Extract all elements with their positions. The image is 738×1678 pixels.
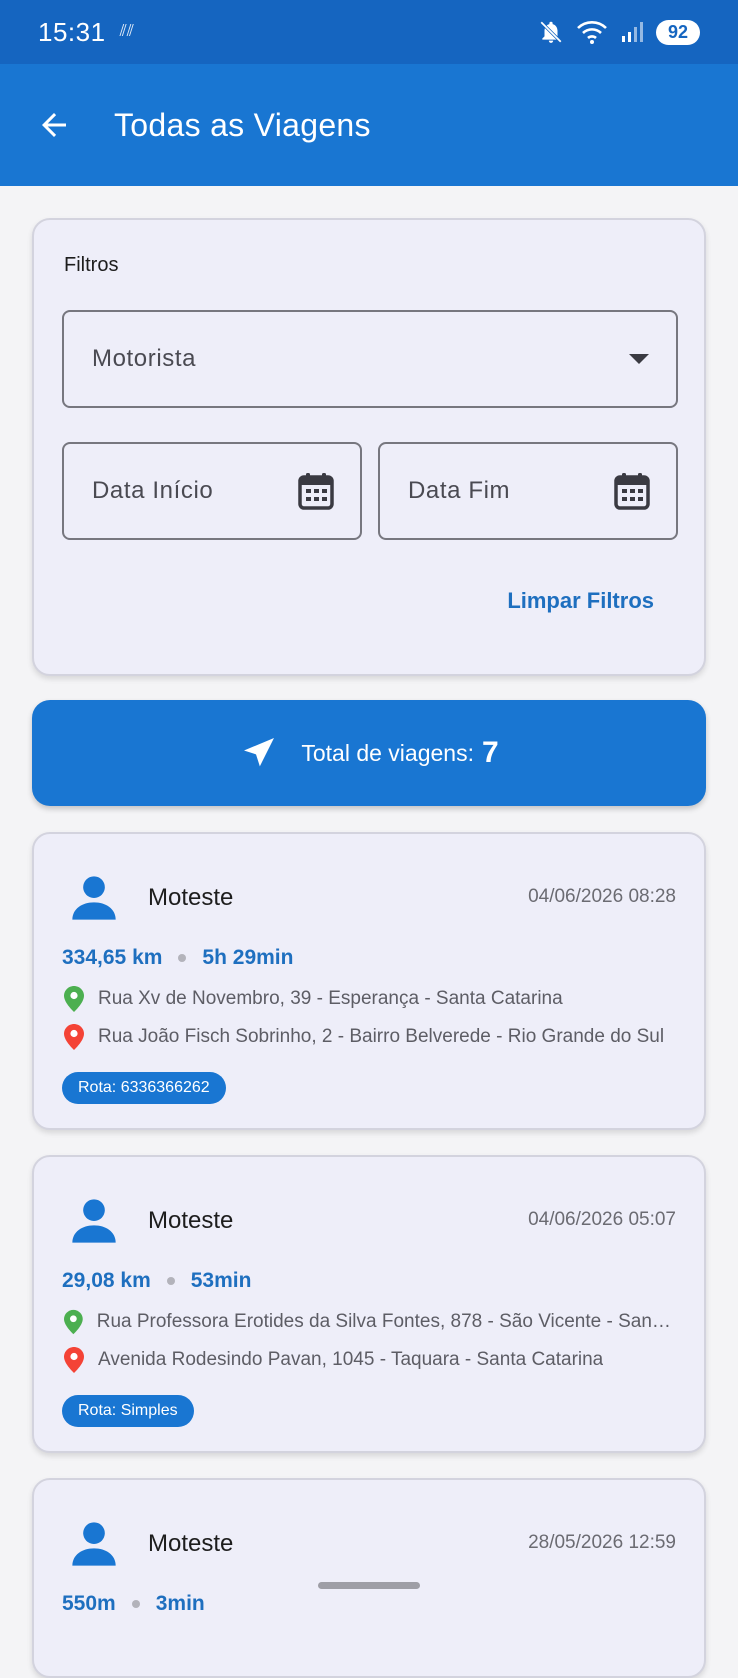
total-trips-label: Total de viagens:	[301, 739, 474, 766]
trip-distance: 334,65 km	[62, 946, 163, 969]
home-indicator[interactable]	[318, 1582, 420, 1589]
trip-driver: Moteste	[148, 1530, 234, 1557]
trip-distance: 29,08 km	[62, 1269, 151, 1292]
status-icons: 92	[538, 19, 700, 45]
trip-datetime: 28/05/2026 12:59	[528, 1532, 676, 1553]
trip-datetime: 04/06/2026 05:07	[528, 1209, 676, 1230]
trip-card[interactable]: Moteste 04/06/2026 08:28 334,65 km 5h 29…	[32, 832, 706, 1130]
origin-address: Rua Professora Erotides da Silva Fontes,…	[96, 1311, 674, 1332]
trip-metrics: 334,65 km 5h 29min	[62, 946, 293, 970]
trip-origin: Rua Xv de Novembro, 39 - Esperança - San…	[64, 986, 674, 1012]
end-date-label: Data Fim	[408, 477, 511, 504]
filters-title: Filtros	[64, 254, 119, 276]
route-badge: Rota: 6336366262	[62, 1072, 226, 1104]
trip-duration: 5h 29min	[202, 946, 294, 969]
route-badge: Rota: Simples	[62, 1395, 194, 1427]
trip-card[interactable]: Moteste 28/05/2026 12:59 550m 3min	[32, 1478, 706, 1678]
destination-address: Avenida Rodesindo Pavan, 1045 - Taquara …	[98, 1349, 604, 1370]
arrow-left-icon	[42, 113, 66, 137]
total-trips-value: 7	[481, 736, 499, 769]
page-title: Todas as Viagens	[114, 106, 371, 143]
trip-destination: Avenida Rodesindo Pavan, 1045 - Taquara …	[64, 1347, 674, 1373]
mute-icon	[540, 21, 562, 43]
wifi-icon	[577, 21, 607, 44]
destination-pin-icon	[64, 1347, 84, 1373]
battery-indicator: 92	[655, 19, 700, 45]
status-time: 15:31	[38, 16, 106, 47]
trip-origin: Rua Professora Erotides da Silva Fontes,…	[64, 1309, 674, 1335]
driver-select[interactable]: Motorista	[62, 310, 678, 408]
total-trips-banner: Total de viagens: 7	[32, 700, 706, 806]
trip-metrics: 550m 3min	[62, 1592, 205, 1616]
person-icon	[72, 1522, 116, 1566]
separator-dot	[166, 1277, 175, 1285]
trip-distance: 550m	[62, 1592, 116, 1615]
origin-address: Rua Xv de Novembro, 39 - Esperança - San…	[98, 988, 563, 1009]
end-date-field[interactable]: Data Fim	[378, 442, 678, 540]
start-date-label: Data Início	[92, 477, 214, 504]
app-bar: Todas as Viagens	[0, 64, 738, 186]
driver-select-label: Motorista	[92, 345, 197, 372]
dropdown-arrow-icon	[628, 352, 650, 366]
destination-pin-icon	[64, 1024, 84, 1050]
trip-datetime: 04/06/2026 08:28	[528, 886, 676, 907]
trip-card[interactable]: Moteste 04/06/2026 05:07 29,08 km 53min …	[32, 1155, 706, 1453]
trip-destination: Rua João Fisch Sobrinho, 2 - Bairro Belv…	[64, 1024, 674, 1050]
destination-address: Rua João Fisch Sobrinho, 2 - Bairro Belv…	[98, 1026, 665, 1047]
status-bar: 15:31 ⫽⫽ 92	[0, 0, 738, 64]
trip-driver: Moteste	[148, 884, 234, 911]
clear-filters-button[interactable]: Limpar Filtros	[507, 588, 654, 614]
trip-duration: 3min	[155, 1592, 205, 1615]
calendar-icon	[298, 472, 334, 510]
origin-pin-icon	[64, 986, 84, 1012]
trip-metrics: 29,08 km 53min	[62, 1269, 251, 1293]
signal-icon	[621, 22, 643, 42]
trip-duration: 53min	[190, 1269, 252, 1292]
calendar-icon	[614, 472, 650, 510]
person-icon	[72, 876, 116, 920]
separator-dot	[178, 954, 187, 962]
back-button[interactable]	[24, 95, 84, 155]
person-icon	[72, 1199, 116, 1243]
weather-icon: ⫽⫽	[119, 23, 134, 40]
start-date-field[interactable]: Data Início	[62, 442, 362, 540]
origin-pin-icon	[64, 1309, 83, 1335]
filters-card: Filtros Motorista Data Início Data Fim L…	[32, 218, 706, 676]
trip-driver: Moteste	[148, 1207, 234, 1234]
separator-dot	[131, 1600, 140, 1608]
navigation-arrow-icon	[244, 738, 275, 767]
